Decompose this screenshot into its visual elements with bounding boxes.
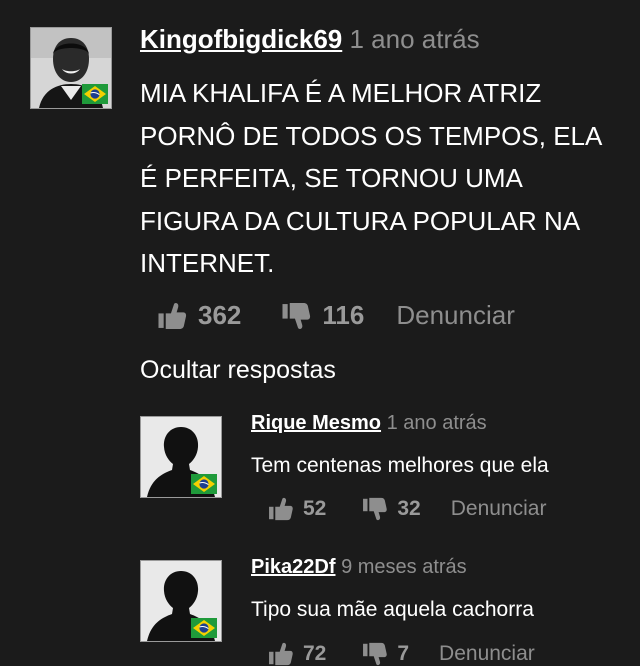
reply-timestamp: 9 meses atrás bbox=[341, 556, 467, 578]
reply-timestamp: 1 ano atrás bbox=[386, 412, 487, 434]
brazil-flag-icon bbox=[191, 474, 217, 494]
comment-timestamp: 1 ano atrás bbox=[349, 24, 480, 54]
dislike-button[interactable]: 116 bbox=[281, 300, 364, 331]
report-link[interactable]: Denunciar bbox=[396, 300, 515, 331]
like-button[interactable]: 72 bbox=[268, 642, 326, 666]
like-count: 72 bbox=[303, 642, 327, 665]
reply-header: Rique Mesmo 1 ano atrás bbox=[251, 412, 487, 435]
thumbs-up-icon bbox=[269, 642, 293, 666]
comment-header: Kingofbigdick69 1 ano atrás bbox=[140, 24, 480, 55]
report-link[interactable]: Denunciar bbox=[451, 497, 547, 521]
like-count: 52 bbox=[303, 497, 327, 520]
reply-username[interactable]: Rique Mesmo bbox=[251, 412, 381, 434]
thumbs-down-icon bbox=[363, 642, 388, 666]
thumbs-down-icon bbox=[363, 497, 388, 521]
dislike-count: 116 bbox=[322, 300, 365, 330]
dislike-button[interactable]: 32 bbox=[362, 497, 421, 521]
hide-replies-link[interactable]: Ocultar respostas bbox=[140, 356, 336, 385]
reply-text: Tipo sua mãe aquela cachorra bbox=[251, 598, 534, 621]
report-link[interactable]: Denunciar bbox=[439, 642, 535, 666]
comment-actions: 362 116 Denunciar bbox=[157, 300, 515, 331]
dislike-count: 7 bbox=[397, 642, 410, 665]
thumbs-up-icon bbox=[158, 302, 187, 329]
dislike-button[interactable]: 7 bbox=[362, 642, 409, 666]
dislike-count: 32 bbox=[397, 497, 421, 520]
comment-username[interactable]: Kingofbigdick69 bbox=[140, 24, 342, 54]
thumbs-up-icon bbox=[269, 497, 293, 521]
like-count: 362 bbox=[198, 300, 242, 330]
comment-text: MIA KHALIFA É A MELHOR ATRIZ PORNÔ DE TO… bbox=[140, 78, 601, 278]
like-button[interactable]: 52 bbox=[268, 497, 326, 521]
reply-actions: 72 7 Denunciar bbox=[268, 642, 535, 666]
thumbs-down-icon bbox=[282, 302, 311, 329]
like-button[interactable]: 362 bbox=[157, 300, 241, 331]
reply-header: Pika22Df 9 meses atrás bbox=[251, 556, 467, 579]
brazil-flag-icon bbox=[82, 84, 108, 104]
reply-username[interactable]: Pika22Df bbox=[251, 556, 336, 578]
reply-text: Tem centenas melhores que ela bbox=[251, 454, 549, 477]
reply-actions: 52 32 Denunciar bbox=[268, 497, 546, 521]
brazil-flag-icon bbox=[191, 618, 217, 638]
